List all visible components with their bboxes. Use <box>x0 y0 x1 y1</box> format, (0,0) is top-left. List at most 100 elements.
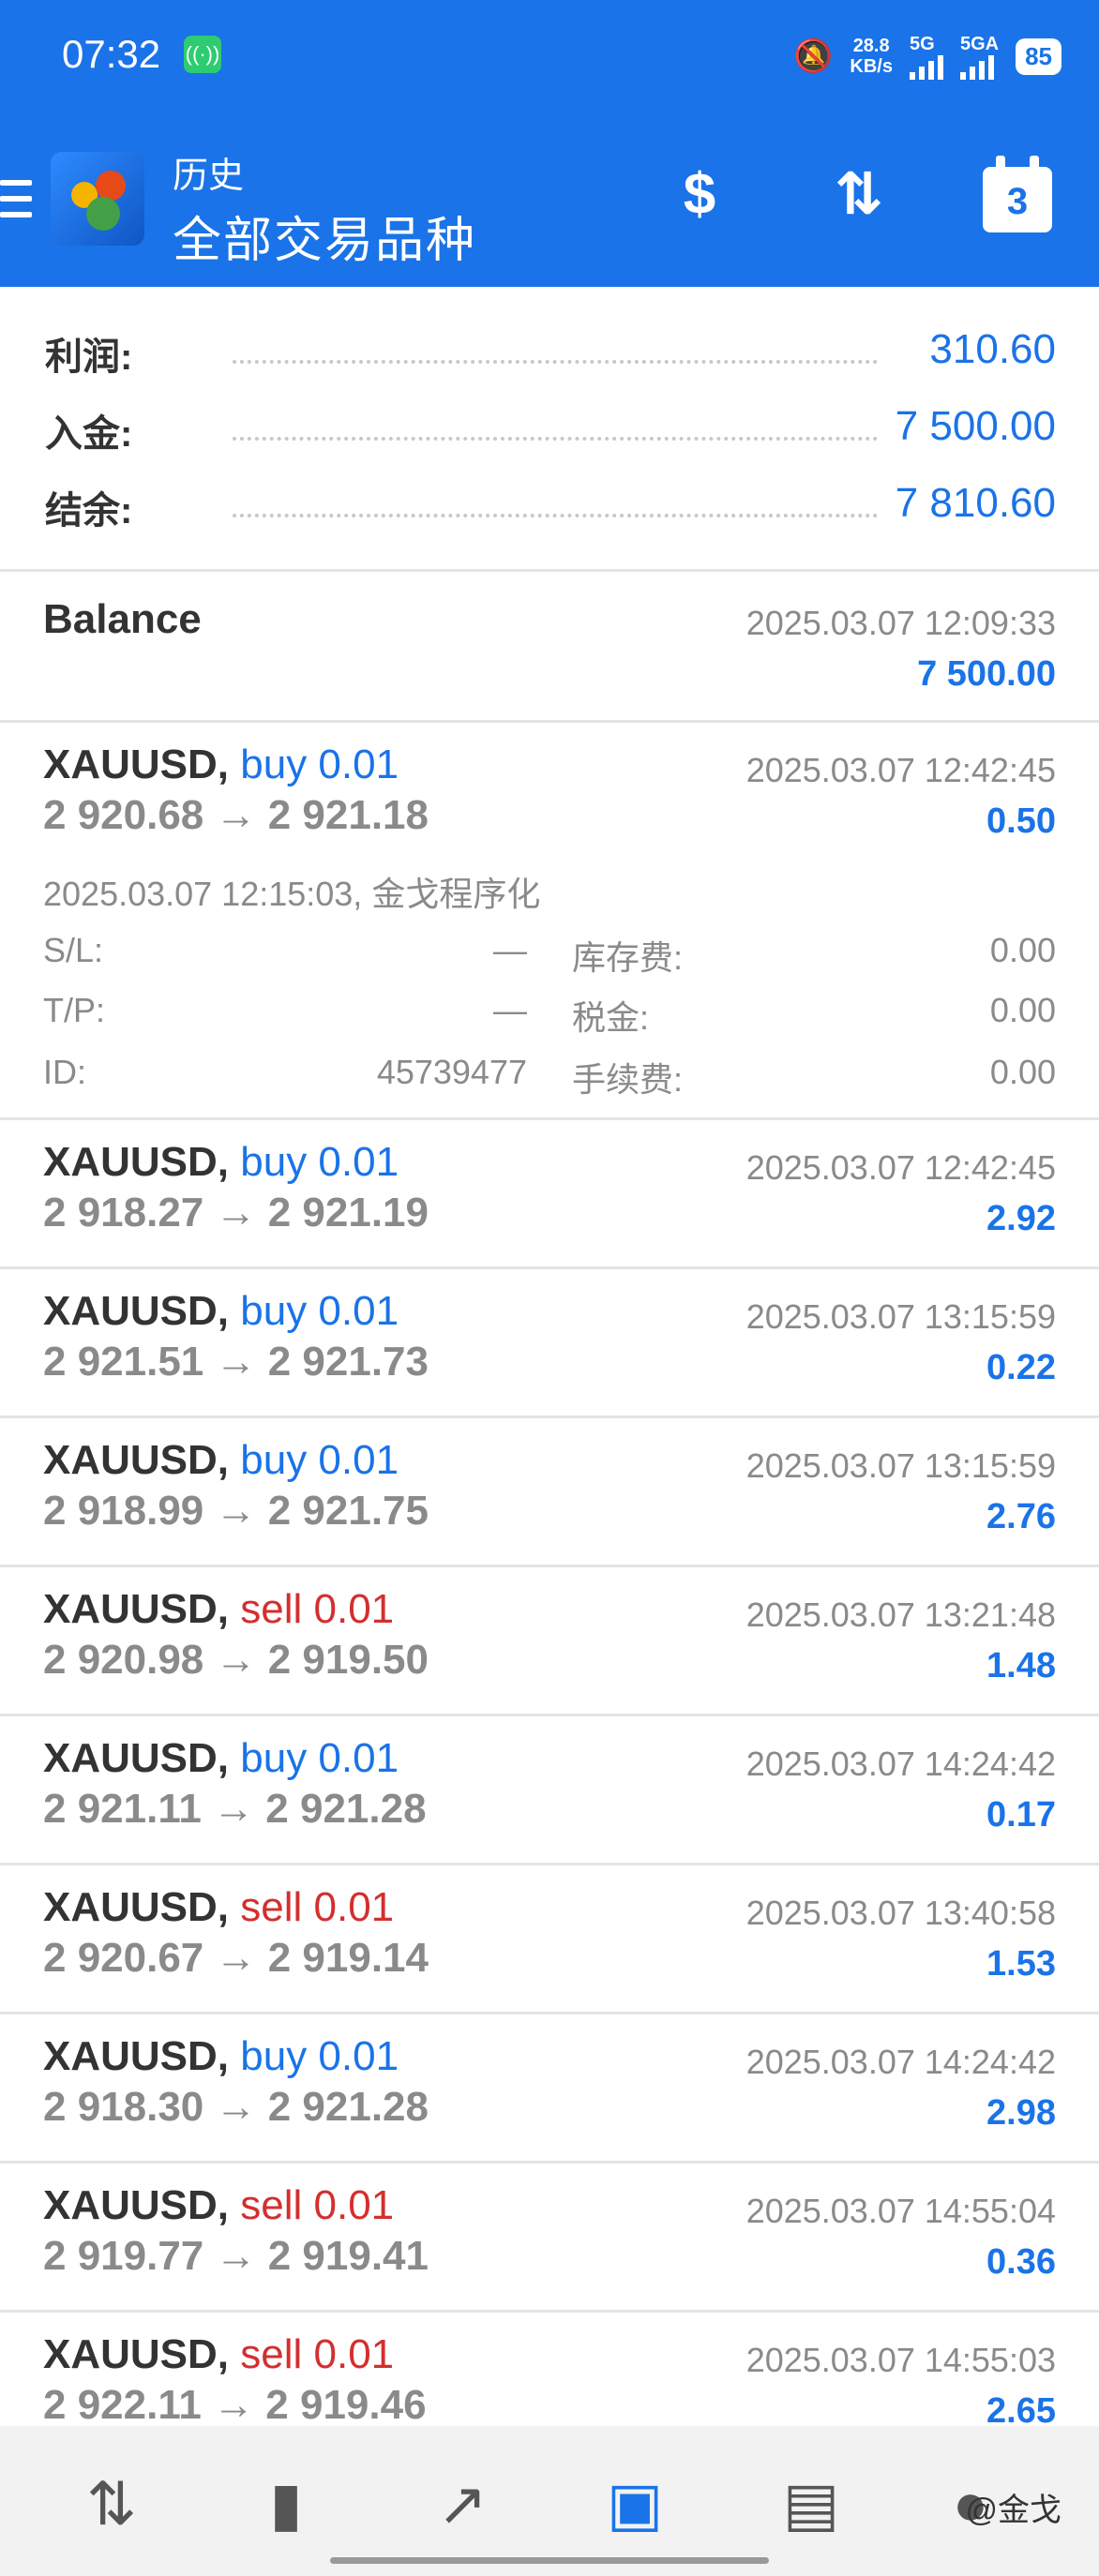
symbol-name: XAUUSD, <box>43 1437 230 1483</box>
trade-prices: 2 921.11 → 2 921.28 <box>43 1786 427 1832</box>
trade-symbol: XAUUSD, buy 0.01 <box>43 1437 399 1484</box>
sim1-label: 5G <box>909 33 935 54</box>
sim2-label: 5GA <box>959 33 1000 54</box>
tax-value: 0.00 <box>989 991 1056 1029</box>
calendar-icon[interactable]: 3 <box>983 156 1052 232</box>
trade-symbol: XAUUSD, buy 0.01 <box>43 1735 399 1782</box>
tp-value: — <box>493 991 527 1029</box>
trade-open-info: 2025.03.07 12:15:03, 金戈程序化 <box>43 875 541 913</box>
net-speed-unit: KB/s <box>850 56 893 77</box>
trade-profit: 0.22 <box>986 1348 1056 1387</box>
id-label: ID: <box>43 1053 87 1091</box>
trade-prices: 2 918.99 → 2 921.75 <box>43 1488 429 1534</box>
swap-label: 库存费: <box>572 938 684 977</box>
sim2-signal: 5GA <box>959 33 1000 80</box>
home-indicator[interactable] <box>330 2557 769 2564</box>
trade-datetime: 2025.03.07 14:24:42 <box>745 2043 1056 2081</box>
trade-symbol: XAUUSD, sell 0.01 <box>43 1586 394 1633</box>
fee-label: 手续费: <box>572 1060 684 1099</box>
trade-profit: 0.36 <box>986 2242 1056 2282</box>
summary-label: 入金: <box>45 413 133 455</box>
dot-leader <box>233 360 878 364</box>
trade-datetime: 2025.03.07 12:42:45 <box>745 751 1056 789</box>
id-value: 45739477 <box>376 1053 527 1091</box>
trade-profit: 1.48 <box>986 1646 1056 1685</box>
swap-value: 0.00 <box>989 931 1056 969</box>
balance-label: Balance <box>43 596 202 642</box>
trade-profit: 2.76 <box>986 1497 1056 1536</box>
mute-icon: 🔕 <box>793 38 834 74</box>
trade-side: sell 0.01 <box>240 2182 395 2228</box>
tax-label: 税金: <box>572 998 650 1037</box>
trade-prices: 2 918.30 → 2 921.28 <box>43 2084 429 2130</box>
trade-profit: 2.92 <box>986 1199 1056 1238</box>
menu-icon[interactable] <box>0 180 32 217</box>
app-logo <box>51 152 144 246</box>
history-icon[interactable]: ▣ <box>593 2462 677 2546</box>
trade-row[interactable]: XAUUSD, sell 0.01 2025.03.07 13:40:58 2 92… <box>0 1865 1099 2012</box>
status-time: 07:32 <box>62 32 161 76</box>
trade-side: buy 0.01 <box>240 2033 399 2079</box>
tp-label: T/P: <box>43 991 106 1029</box>
currency-exchange-icon[interactable]: $ <box>662 157 737 232</box>
symbol-filter[interactable]: 全部交易品种 <box>173 201 476 271</box>
dot-leader <box>233 437 878 441</box>
trade-prices: 2 920.68 → 2 921.18 <box>43 792 429 838</box>
symbol-name: XAUUSD, <box>43 1139 230 1185</box>
bottom-nav: ⇅ ▮ ↗ ▣ ▤ ● @金戈 <box>0 2426 1099 2576</box>
sort-icon[interactable]: ⇅ <box>821 157 896 232</box>
trade-symbol: XAUUSD, buy 0.01 <box>43 1139 399 1186</box>
status-bar: 07:32 ((·)) 🔕 28.8 KB/s 5G 5GA 85 <box>0 0 1099 112</box>
trade-symbol: XAUUSD, buy 0.01 <box>43 1288 399 1335</box>
trade-prices: 2 919.77 → 2 919.41 <box>43 2233 429 2279</box>
trade-side: buy 0.01 <box>240 1735 399 1781</box>
trade-side: sell 0.01 <box>240 1884 395 1930</box>
balance-datetime: 2025.03.07 12:09:33 <box>745 604 1056 642</box>
watermark: @金戈 <box>965 2493 1061 2528</box>
trade-prices: 2 918.27 → 2 921.19 <box>43 1190 429 1236</box>
trade-datetime: 2025.03.07 12:42:45 <box>745 1148 1056 1187</box>
page-title: 历史 <box>173 157 245 196</box>
trade-row[interactable]: XAUUSD, buy 0.01 2025.03.07 12:42:45 2 918… <box>0 1120 1099 1266</box>
trade-symbol: XAUUSD, sell 0.01 <box>43 1884 394 1931</box>
trade-prices: 2 921.51 → 2 921.73 <box>43 1339 429 1385</box>
trade-datetime: 2025.03.07 13:15:59 <box>745 1446 1056 1485</box>
trade-icon[interactable]: ↗ <box>420 2462 504 2546</box>
balance-row[interactable]: Balance 2025.03.07 12:09:33 7 500.00 <box>0 572 1099 720</box>
battery-icon: 85 <box>1016 37 1061 75</box>
sl-value: — <box>493 931 527 969</box>
trade-symbol: XAUUSD, buy 0.01 <box>43 741 399 788</box>
trade-prices: 2 920.67 → 2 919.14 <box>43 1935 429 1981</box>
quotes-icon[interactable]: ⇅ <box>69 2462 154 2546</box>
news-icon[interactable]: ▤ <box>769 2462 853 2546</box>
symbol-name: XAUUSD, <box>43 2331 230 2377</box>
trade-row[interactable]: XAUUSD, sell 0.01 2025.03.07 14:55:04 2 91… <box>0 2164 1099 2310</box>
trade-side: sell 0.01 <box>240 1586 395 1632</box>
symbol-name: XAUUSD, <box>43 1735 230 1781</box>
trade-symbol: XAUUSD, buy 0.01 <box>43 2033 399 2080</box>
trade-row[interactable]: XAUUSD, sell 0.01 2025.03.07 13:21:48 2 92… <box>0 1567 1099 1714</box>
summary-balance: 结余: 7 810.60 <box>45 480 1056 536</box>
trade-profit: 1.53 <box>986 1944 1056 1984</box>
trade-symbol: XAUUSD, sell 0.01 <box>43 2182 394 2229</box>
trade-datetime: 2025.03.07 13:21:48 <box>745 1595 1056 1634</box>
trade-row[interactable]: XAUUSD, buy 0.01 2025.03.07 14:24:42 2 921… <box>0 1716 1099 1863</box>
trade-side: sell 0.01 <box>240 2331 395 2377</box>
chart-icon[interactable]: ▮ <box>244 2462 328 2546</box>
summary-value: 7 500.00 <box>895 403 1056 449</box>
net-speed: 28.8 KB/s <box>850 36 893 77</box>
summary-profit: 利润: 310.60 <box>45 326 1056 382</box>
trade-side: buy 0.01 <box>240 1437 399 1483</box>
trade-prices: 2 920.98 → 2 919.50 <box>43 1637 429 1683</box>
trade-row[interactable]: XAUUSD, buy 0.01 2025.03.07 13:15:59 2 921… <box>0 1269 1099 1415</box>
symbol-name: XAUUSD, <box>43 1288 230 1334</box>
summary-value: 7 810.60 <box>895 480 1056 526</box>
trade-datetime: 2025.03.07 14:55:03 <box>745 2341 1056 2379</box>
trade-row-expanded[interactable]: XAUUSD, buy 0.01 2025.03.07 12:42:45 2 9… <box>0 723 1099 1116</box>
trade-datetime: 2025.03.07 13:40:58 <box>745 1894 1056 1932</box>
symbol-name: XAUUSD, <box>43 2033 230 2079</box>
trade-row[interactable]: XAUUSD, buy 0.01 2025.03.07 13:15:59 2 918… <box>0 1418 1099 1565</box>
trade-row[interactable]: XAUUSD, buy 0.01 2025.03.07 14:24:42 2 918… <box>0 2014 1099 2161</box>
trade-profit: 0.50 <box>986 801 1056 841</box>
trade-side: buy 0.01 <box>240 1288 399 1334</box>
